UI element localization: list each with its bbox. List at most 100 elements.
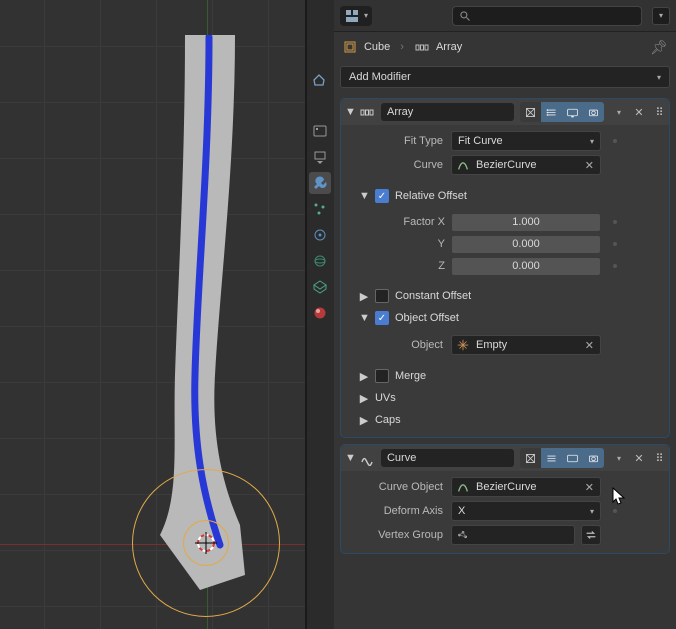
breadcrumb: Cube › Array 📌︎ (334, 32, 676, 62)
constant-offset-subpanel[interactable]: ▶ Constant Offset (345, 285, 665, 307)
breadcrumb-modifier[interactable]: Array (414, 39, 462, 55)
add-modifier-dropdown[interactable]: Add Modifier ▾ (340, 66, 670, 88)
factor-x-input[interactable]: 1.000 (451, 213, 601, 232)
deform-axis-dropdown[interactable]: X ▾ (451, 501, 601, 521)
tab-render[interactable] (309, 120, 331, 142)
merge-checkbox[interactable] (375, 369, 389, 383)
modifier-array-header[interactable]: ▼ Array ▾ ✕ (341, 99, 669, 125)
editor-type-selector[interactable]: ▾ (340, 6, 372, 26)
object-offset-subpanel[interactable]: ▼ Object Offset (345, 307, 665, 329)
factor-z-input[interactable]: 0.000 (451, 257, 601, 276)
tab-data[interactable] (309, 276, 331, 298)
tab-output[interactable] (309, 146, 331, 168)
chevron-down-icon: ▾ (657, 73, 661, 82)
array-icon (414, 39, 430, 55)
tab-physics[interactable] (309, 224, 331, 246)
breadcrumb-separator: › (400, 41, 404, 53)
caps-label: Caps (375, 414, 401, 426)
object-offset-label: Object Offset (395, 312, 459, 324)
vertex-group-field[interactable] (451, 525, 575, 545)
pin-icon[interactable]: 📌︎ (650, 39, 668, 56)
cursor-3d (195, 532, 217, 554)
toggle-in-editmode[interactable] (541, 102, 562, 122)
toggle-render[interactable] (583, 448, 604, 468)
offset-object-id-field[interactable]: Empty ✕ (451, 335, 601, 355)
search-input[interactable] (452, 6, 642, 26)
modifier-drag-handle[interactable]: ⠿ (651, 449, 667, 467)
options-popover[interactable]: ▾ (652, 7, 670, 25)
relative-offset-label: Relative Offset (395, 190, 467, 202)
toggle-realtime[interactable] (562, 448, 583, 468)
array-icon (359, 104, 375, 120)
clear-icon[interactable]: ✕ (583, 159, 596, 172)
curve-object-id-field[interactable]: BezierCurve ✕ (451, 477, 601, 497)
curve-modifier-icon (359, 450, 375, 466)
toggle-on-cage[interactable] (520, 102, 541, 122)
toggle-in-editmode[interactable] (541, 448, 562, 468)
disclosure-icon[interactable]: ▼ (345, 452, 355, 464)
mesh-icon (342, 39, 358, 55)
anim-dot[interactable] (613, 242, 617, 246)
curve-data-icon (456, 480, 470, 494)
properties-tab-strip (307, 0, 334, 629)
object-label: Object (345, 339, 445, 351)
search-icon (459, 10, 471, 22)
invert-vertex-group[interactable] (581, 525, 601, 545)
modifier-curve-header[interactable]: ▼ Curve ▾ ✕ (341, 445, 669, 471)
tab-material[interactable] (309, 302, 331, 324)
constant-offset-label: Constant Offset (395, 290, 471, 302)
add-modifier-label: Add Modifier (349, 71, 411, 83)
toggle-on-cage[interactable] (520, 448, 541, 468)
tab-modifiers[interactable] (309, 172, 331, 194)
modifier-drag-handle[interactable]: ⠿ (651, 103, 667, 121)
toggle-realtime[interactable] (562, 102, 583, 122)
toggle-render[interactable] (583, 102, 604, 122)
modifier-extras-menu[interactable]: ▾ (611, 449, 627, 467)
breadcrumb-modifier-label: Array (436, 41, 462, 53)
modifier-delete[interactable]: ✕ (631, 103, 647, 121)
curve-object-label: Curve Object (345, 481, 445, 493)
clear-icon[interactable]: ✕ (583, 339, 596, 352)
merge-subpanel[interactable]: ▶ Merge (345, 365, 665, 387)
vertex-group-icon (456, 528, 470, 542)
modifier-name-field[interactable]: Curve (381, 449, 514, 467)
editor-header: ▾ ▾ (334, 0, 676, 32)
modifier-name-field[interactable]: Array (381, 103, 514, 121)
vertex-group-label: Vertex Group (345, 529, 445, 541)
curve-id-field[interactable]: BezierCurve ✕ (451, 155, 601, 175)
breadcrumb-object[interactable]: Cube (342, 39, 390, 55)
constant-offset-checkbox[interactable] (375, 289, 389, 303)
relative-offset-checkbox[interactable] (375, 189, 389, 203)
properties-editor: ▾ ▾ Cube › Array 📌︎ Add Modifier ▾ (305, 0, 676, 629)
chevron-down-icon: ▾ (364, 11, 368, 20)
factor-y-label: Y (345, 238, 445, 250)
modifier-extras-menu[interactable]: ▾ (611, 103, 627, 121)
modifier-delete[interactable]: ✕ (631, 449, 647, 467)
uvs-subpanel[interactable]: ▶ UVs (345, 387, 665, 409)
anim-dot[interactable] (613, 139, 617, 143)
empty-icon (456, 338, 470, 352)
fit-type-label: Fit Type (345, 135, 445, 147)
tab-constraints[interactable] (309, 250, 331, 272)
anim-dot[interactable] (613, 220, 617, 224)
relative-offset-subpanel[interactable]: ▼ Relative Offset (345, 185, 665, 207)
clear-icon[interactable]: ✕ (583, 481, 596, 494)
factor-z-label: Z (345, 260, 445, 272)
modifier-array: ▼ Array ▾ ✕ (340, 98, 670, 438)
curve-data-icon (456, 158, 470, 172)
merge-label: Merge (395, 370, 426, 382)
modifier-curve: ▼ Curve ▾ ✕ (340, 444, 670, 554)
tab-particles[interactable] (309, 198, 331, 220)
factor-y-input[interactable]: 0.000 (451, 235, 601, 254)
viewport-3d[interactable] (0, 0, 305, 629)
caps-subpanel[interactable]: ▶ Caps (345, 409, 665, 431)
factor-x-label: Factor X (345, 216, 445, 228)
uvs-label: UVs (375, 392, 396, 404)
disclosure-icon[interactable]: ▼ (345, 106, 355, 118)
anim-dot[interactable] (613, 264, 617, 268)
fit-type-dropdown[interactable]: Fit Curve ▾ (451, 131, 601, 151)
tab-tool[interactable] (309, 68, 331, 90)
object-offset-checkbox[interactable] (375, 311, 389, 325)
anim-dot[interactable] (613, 509, 617, 513)
curve-label: Curve (345, 159, 445, 171)
